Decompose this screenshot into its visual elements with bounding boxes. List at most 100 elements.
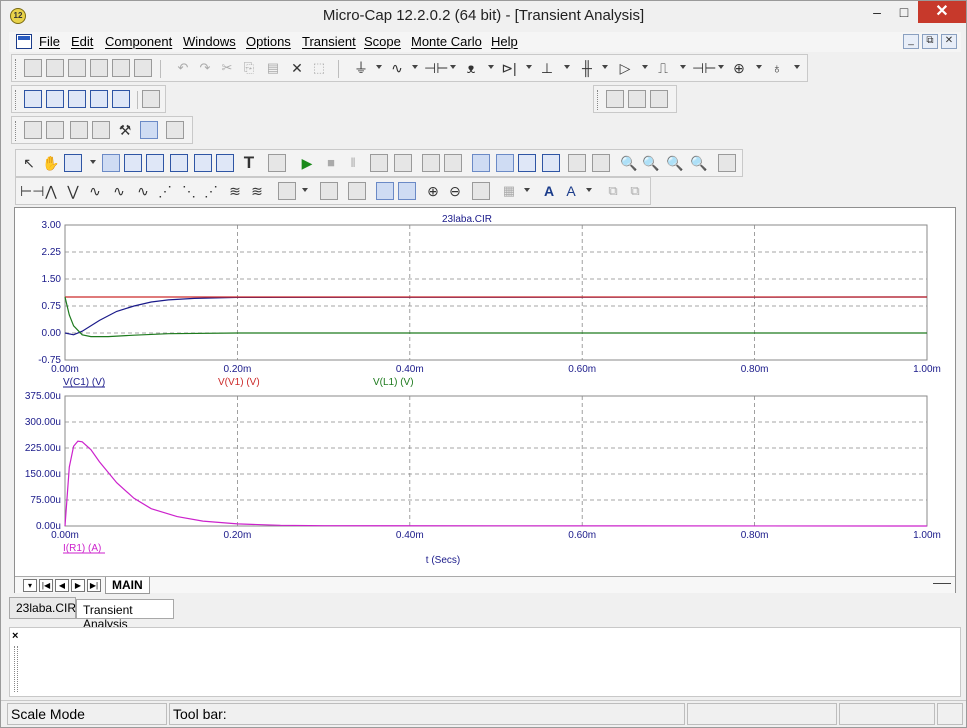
next-tab-button[interactable]: ▶ — [71, 579, 85, 592]
performance-tag-icon[interactable] — [194, 154, 212, 172]
copy-icon[interactable]: ⎘ — [240, 59, 258, 77]
close-button[interactable]: ✕ — [918, 1, 966, 23]
legend-entry[interactable]: V(L1) (V) — [373, 377, 414, 388]
send-back-icon[interactable]: ⧉ — [626, 182, 644, 200]
voltage-source-icon[interactable]: ⊕ — [730, 59, 748, 77]
inductor-icon[interactable]: ᴥ — [462, 59, 480, 77]
voltage-chart[interactable]: 3.002.251.500.750.00-0.750.00m 0.20m 0.40m… — [38, 220, 941, 388]
analysis-limits-icon[interactable] — [24, 121, 42, 139]
menu-scope[interactable]: Scope — [364, 34, 401, 49]
cursor-mode-icon[interactable] — [376, 182, 394, 200]
battery-icon[interactable]: ⊣⊢ — [692, 59, 716, 77]
log-y-icon[interactable] — [394, 154, 412, 172]
prev-tab-button[interactable]: ◀ — [55, 579, 69, 592]
plot-properties-icon[interactable] — [46, 121, 64, 139]
source-dropdown-icon[interactable] — [756, 65, 762, 69]
optimize-icon[interactable] — [166, 121, 184, 139]
tile-horizontal-icon[interactable] — [68, 90, 86, 108]
legend-entry[interactable]: V(V1) (V) — [218, 377, 260, 388]
mdi-minimize-button[interactable]: _ — [903, 34, 919, 49]
zoom-out-icon[interactable]: ⊖ — [446, 182, 464, 200]
last-tab-button[interactable]: ▶| — [87, 579, 101, 592]
document-menu-icon[interactable] — [16, 34, 32, 49]
transient-plot-icon[interactable] — [140, 121, 158, 139]
zoom-scale-icon[interactable] — [472, 182, 490, 200]
diode-icon[interactable]: ⊳| — [500, 59, 518, 77]
cut-icon[interactable]: ✂ — [218, 59, 236, 77]
tile-vertical-icon[interactable] — [46, 90, 64, 108]
resistor-dropdown-icon[interactable] — [412, 65, 418, 69]
web-globe-icon[interactable] — [650, 90, 668, 108]
menu-transient[interactable]: Transient — [302, 34, 356, 49]
scale-dropdown-icon[interactable] — [90, 160, 96, 164]
series-line[interactable] — [64, 296, 927, 338]
grid-bold-icon[interactable] — [422, 154, 440, 172]
split-windows-icon[interactable] — [90, 90, 108, 108]
pan-hand-icon[interactable]: ✋ — [42, 154, 60, 172]
tab-transient-analysis[interactable]: Transient Analysis — [76, 599, 174, 631]
delete-icon[interactable]: ✕ — [288, 59, 306, 77]
sheet-tab-main[interactable]: MAIN — [105, 577, 150, 594]
first-tab-button[interactable]: |◀ — [39, 579, 53, 592]
toolbar-grip[interactable] — [15, 121, 18, 141]
minimize-button[interactable]: – — [862, 1, 892, 23]
global-settings-icon[interactable] — [70, 121, 88, 139]
animate-icon[interactable] — [348, 182, 366, 200]
vertical-tag-icon[interactable] — [146, 154, 164, 172]
valley-icon[interactable]: ⋁ — [64, 182, 82, 200]
menu-windows[interactable]: Windows — [183, 34, 236, 49]
capacitor-icon[interactable]: ⊣⊢ — [424, 59, 448, 77]
font-size-icon[interactable]: A — [562, 182, 580, 200]
scale-mode-icon[interactable] — [64, 154, 82, 172]
next-simulation-icon[interactable]: ⊢⊣ — [20, 182, 44, 200]
undo-icon[interactable]: ↶ — [174, 59, 192, 77]
run-icon[interactable]: ▶ — [298, 154, 316, 172]
low-icon[interactable]: ∿ — [110, 182, 128, 200]
inductor-dropdown-icon[interactable] — [488, 65, 494, 69]
horizontal-tag-icon[interactable] — [170, 154, 188, 172]
bottom-icon[interactable]: ≋ — [226, 182, 244, 200]
log-x-icon[interactable] — [370, 154, 388, 172]
transistor-icon[interactable]: ⊥ — [538, 59, 556, 77]
tab-schematic[interactable]: 23laba.CIR — [9, 597, 76, 619]
zoom-to-fit-icon[interactable]: 🔍 — [620, 154, 638, 172]
component-editor-icon[interactable] — [628, 90, 646, 108]
diode-dropdown-icon[interactable] — [526, 65, 532, 69]
bulb-dropdown-icon[interactable] — [794, 65, 800, 69]
waveform-dropdown-icon[interactable] — [680, 65, 686, 69]
inflection-icon[interactable]: ∿ — [134, 182, 152, 200]
clipboard-icon[interactable] — [278, 182, 296, 200]
component-panel-icon[interactable] — [606, 90, 624, 108]
select-arrow-icon[interactable]: ↖ — [20, 154, 38, 172]
mdi-close-button[interactable]: ✕ — [941, 34, 957, 49]
transient-plot[interactable]: 23laba.CIR 3.002.251.500.750.00-0.750.00… — [15, 208, 955, 576]
peak-icon[interactable]: ⋀ — [42, 182, 60, 200]
clipboard-dropdown-icon[interactable] — [302, 188, 308, 192]
output-close-icon[interactable]: × — [12, 630, 18, 642]
menu-edit[interactable]: Edit — [71, 34, 93, 49]
model-icon[interactable] — [92, 121, 110, 139]
save-icon[interactable] — [68, 59, 86, 77]
output-grip[interactable] — [14, 646, 18, 692]
toolbar-grip[interactable] — [597, 90, 600, 110]
opamp-dropdown-icon[interactable] — [642, 65, 648, 69]
graph-point-icon[interactable] — [124, 154, 142, 172]
transistor-dropdown-icon[interactable] — [564, 65, 570, 69]
legend-entry[interactable]: I(R1) (A) — [63, 543, 101, 554]
mosfet-icon[interactable]: ╫ — [578, 59, 596, 77]
cascade-windows-icon[interactable] — [24, 90, 42, 108]
grid-lines-icon[interactable] — [592, 154, 610, 172]
battery-dropdown-icon[interactable] — [718, 65, 724, 69]
global-low-icon[interactable]: ⋱ — [180, 182, 198, 200]
menu-monte-carlo[interactable]: Monte Carlo — [411, 34, 482, 49]
revert-icon[interactable] — [90, 59, 108, 77]
ground-dropdown-icon[interactable] — [376, 65, 382, 69]
resistor-icon[interactable]: ∿ — [388, 59, 406, 77]
high-icon[interactable]: ∿ — [86, 182, 104, 200]
zoom-region-icon[interactable]: 🔍 — [642, 154, 660, 172]
token-icon[interactable] — [496, 154, 514, 172]
menu-file[interactable]: File — [39, 34, 60, 49]
plot-options-icon[interactable] — [718, 154, 736, 172]
text-tool-icon[interactable]: T — [240, 154, 258, 172]
zoom-in-icon[interactable]: ⊕ — [424, 182, 442, 200]
